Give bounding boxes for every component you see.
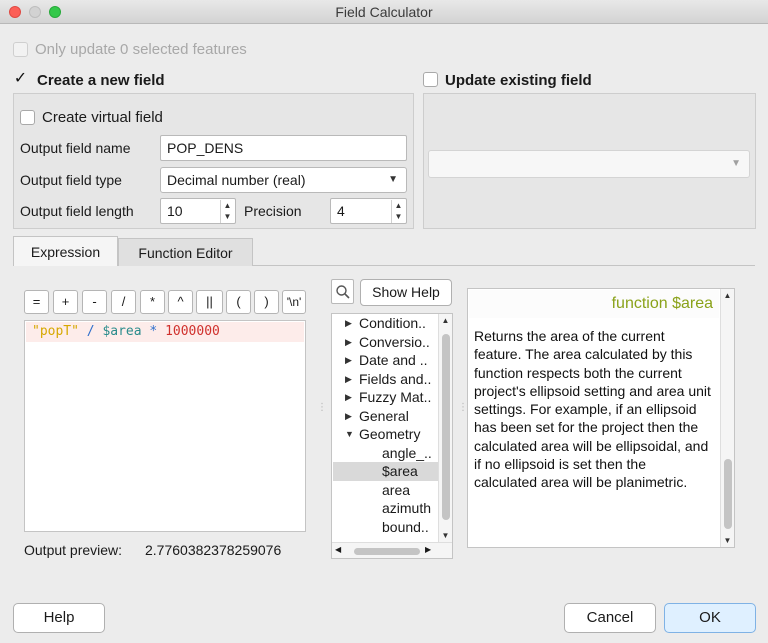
- chevron-down-icon: ▼: [731, 158, 741, 169]
- operator-close-paren-button[interactable]: ): [254, 290, 279, 314]
- tree-item-geometry[interactable]: ▼ Geometry: [345, 425, 420, 444]
- window-title: Field Calculator: [335, 4, 433, 20]
- expression-token-divide: /: [78, 324, 103, 339]
- output-field-type-label: Output field type: [20, 172, 122, 188]
- precision-label: Precision: [244, 203, 302, 219]
- spin-arrows-icon[interactable]: ▲ ▼: [391, 200, 405, 223]
- update-existing-field-label: Update existing field: [445, 72, 592, 89]
- only-update-checkbox[interactable]: [13, 42, 28, 57]
- expand-arrow-icon[interactable]: ▶: [345, 407, 352, 426]
- close-window-icon[interactable]: [9, 6, 21, 18]
- ok-button[interactable]: OK: [664, 603, 756, 633]
- tree-item-date-and-time[interactable]: ▶ Date and ..: [345, 351, 428, 370]
- update-existing-field-checkbox[interactable]: [423, 72, 438, 87]
- function-tree[interactable]: ▶ Condition.. ▶ Conversio.. ▶ Date and .. ▶…: [331, 313, 453, 559]
- tree-item-bounds[interactable]: bound..: [382, 518, 429, 537]
- tree-item-conversions[interactable]: ▶ Conversio..: [345, 333, 430, 352]
- tree-item-fields-and-values[interactable]: ▶ Fields and..: [345, 370, 431, 389]
- expression-token-variable: $area: [102, 324, 142, 339]
- tree-item-fuzzy-matching[interactable]: ▶ Fuzzy Mat..: [345, 388, 431, 407]
- expression-editor[interactable]: "popT" / $area * 1000000: [24, 320, 306, 532]
- tree-item-area[interactable]: area: [382, 481, 410, 500]
- tree-item-area-variable[interactable]: $area: [333, 462, 438, 481]
- scrollbar-thumb[interactable]: [724, 459, 732, 529]
- operator-divide-button[interactable]: /: [111, 290, 136, 314]
- operator-minus-button[interactable]: -: [82, 290, 107, 314]
- scroll-up-icon[interactable]: ▲: [721, 291, 734, 300]
- maximize-window-icon[interactable]: [49, 6, 61, 18]
- existing-field-select[interactable]: ▼: [428, 150, 750, 178]
- tree-horizontal-scrollbar[interactable]: ◀ ▶: [332, 542, 452, 558]
- expression-line: "popT" / $area * 1000000: [26, 322, 304, 342]
- help-title: function $area: [469, 290, 719, 318]
- only-update-label: Only update 0 selected features: [35, 41, 247, 58]
- output-field-name-input[interactable]: POP_DENS: [160, 135, 407, 161]
- output-field-name-label: Output field name: [20, 140, 131, 156]
- tab-expression[interactable]: Expression: [13, 236, 118, 266]
- create-virtual-field-label: Create virtual field: [42, 109, 163, 126]
- precision-value: 4: [337, 203, 345, 219]
- search-input[interactable]: [331, 279, 354, 304]
- precision-spinbox[interactable]: 4 ▲ ▼: [330, 198, 407, 224]
- tree-item-angle[interactable]: angle_..: [382, 444, 432, 463]
- output-field-length-spinbox[interactable]: 10 ▲ ▼: [160, 198, 236, 224]
- scroll-down-icon[interactable]: ▼: [439, 531, 452, 540]
- expand-arrow-icon[interactable]: ▶: [345, 351, 352, 370]
- output-field-length-value: 10: [167, 203, 183, 219]
- tree-item-general[interactable]: ▶ General: [345, 407, 409, 426]
- title-bar: Field Calculator: [0, 0, 768, 24]
- expand-arrow-icon[interactable]: ▶: [345, 333, 352, 352]
- chevron-down-icon: ▼: [388, 174, 398, 185]
- create-virtual-field-checkbox[interactable]: [20, 110, 35, 125]
- expand-arrow-icon[interactable]: ▶: [345, 388, 352, 407]
- help-button[interactable]: Help: [13, 603, 105, 633]
- show-help-button[interactable]: Show Help: [360, 279, 452, 306]
- create-new-field-label: Create a new field: [37, 72, 165, 89]
- operator-plus-button[interactable]: +: [53, 290, 78, 314]
- cancel-button[interactable]: Cancel: [564, 603, 656, 633]
- search-icon: [336, 285, 350, 299]
- expression-token-field: "popT": [32, 324, 79, 339]
- minimize-window-icon[interactable]: [29, 6, 41, 18]
- output-field-length-label: Output field length: [20, 203, 134, 219]
- output-preview-label: Output preview:: [24, 542, 123, 558]
- tab-function-editor[interactable]: Function Editor: [118, 238, 253, 266]
- scroll-down-icon[interactable]: ▼: [721, 536, 734, 545]
- expression-token-number: 1000000: [165, 324, 220, 339]
- operator-concat-button[interactable]: ||: [196, 290, 223, 314]
- tree-item-azimuth[interactable]: azimuth: [382, 499, 431, 518]
- operator-equals-button[interactable]: =: [24, 290, 49, 314]
- tree-vertical-scrollbar[interactable]: ▲ ▼: [438, 314, 452, 542]
- operator-newline-button[interactable]: '\n': [282, 290, 306, 314]
- scroll-right-icon[interactable]: ▶: [425, 545, 431, 554]
- scroll-left-icon[interactable]: ◀: [335, 545, 341, 554]
- help-vertical-scrollbar[interactable]: ▲ ▼: [720, 289, 734, 547]
- help-body: Returns the area of the current feature.…: [474, 328, 711, 491]
- operator-multiply-button[interactable]: *: [140, 290, 165, 314]
- output-preview-value: 2.7760382378259076: [145, 542, 282, 558]
- spin-arrows-icon[interactable]: ▲ ▼: [220, 200, 234, 223]
- expand-arrow-icon[interactable]: ▶: [345, 314, 352, 333]
- expand-arrow-icon[interactable]: ▶: [345, 370, 352, 389]
- output-field-type-select[interactable]: Decimal number (real) ▼: [160, 167, 407, 193]
- operator-power-button[interactable]: ^: [168, 290, 193, 314]
- collapse-arrow-icon[interactable]: ▼: [345, 425, 354, 444]
- output-field-type-value: Decimal number (real): [167, 172, 306, 188]
- create-new-field-checkbox[interactable]: ✓: [13, 71, 28, 87]
- expression-token-multiply: *: [141, 324, 166, 339]
- splitter-handle[interactable]: ⋮: [317, 403, 327, 413]
- scrollbar-thumb[interactable]: [442, 334, 450, 520]
- function-help-panel: function $area Returns the area of the c…: [467, 288, 735, 548]
- operator-open-paren-button[interactable]: (: [226, 290, 251, 314]
- scroll-up-icon[interactable]: ▲: [439, 316, 452, 325]
- tree-item-conditionals[interactable]: ▶ Condition..: [345, 314, 426, 333]
- scrollbar-thumb[interactable]: [354, 548, 420, 555]
